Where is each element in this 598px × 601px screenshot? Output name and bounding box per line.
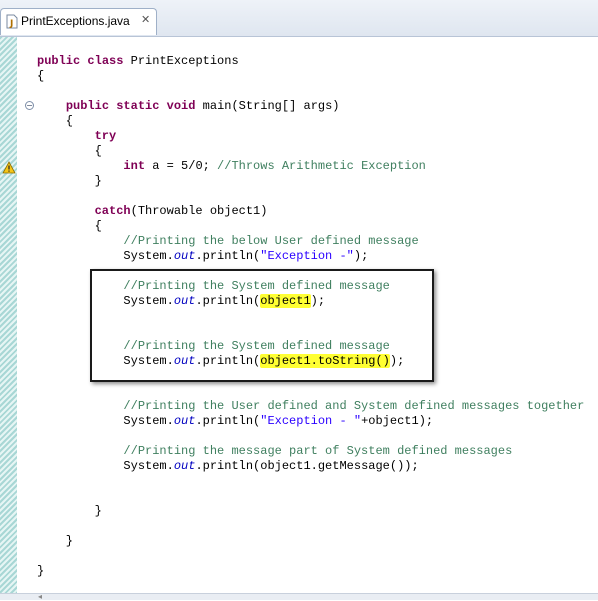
scroll-left-icon[interactable]: ◂ <box>38 592 42 601</box>
code-line: System.out.println(object1.toString()); <box>37 354 405 368</box>
code-line: System.out.println("Exception -"); <box>37 249 369 263</box>
code-line: int a = 5/0; //Throws Arithmetic Excepti… <box>123 159 426 173</box>
code-line: { <box>37 219 102 233</box>
code-line: //Printing the System defined message <box>123 279 390 293</box>
code-line: System.out.println("Exception - "+object… <box>37 414 434 428</box>
warning-icon[interactable] <box>2 161 16 174</box>
code-line: } <box>37 564 45 578</box>
tab-title: PrintExceptions.java <box>21 14 130 28</box>
code-line: //Printing the message part of System de… <box>123 444 513 458</box>
code-line: } <box>37 504 102 518</box>
code-line: //Printing the System defined message <box>123 339 390 353</box>
code-line: { <box>37 69 45 83</box>
code-line: //Printing the below User defined messag… <box>123 234 419 248</box>
tab-printexceptions-java[interactable]: J PrintExceptions.java ✕ <box>0 8 157 35</box>
code-line: try <box>94 129 117 143</box>
code-line: } <box>37 534 74 548</box>
code-line: System.out.println(object1.getMessage())… <box>37 459 419 473</box>
fold-toggle-icon[interactable]: − <box>25 101 34 110</box>
editor-tab-bar: J PrintExceptions.java ✕ <box>0 0 598 37</box>
java-file-icon: J <box>6 14 18 29</box>
code-line: { <box>37 144 102 158</box>
overview-ruler[interactable] <box>0 37 17 593</box>
code-line: System.out.println(object1); <box>37 294 326 308</box>
code-line: //Printing the User defined and System d… <box>123 399 585 413</box>
code-editor[interactable]: public class PrintExceptions { public st… <box>37 54 584 579</box>
close-icon[interactable]: ✕ <box>141 13 150 26</box>
svg-text:J: J <box>9 19 13 29</box>
line-gutter <box>17 37 35 593</box>
code-line: public class PrintExceptions <box>37 54 239 68</box>
code-line: } <box>37 174 102 188</box>
code-line: catch(Throwable object1) <box>94 204 268 218</box>
code-line: { <box>37 114 74 128</box>
code-line: public static void main(String[] args) <box>65 99 340 113</box>
